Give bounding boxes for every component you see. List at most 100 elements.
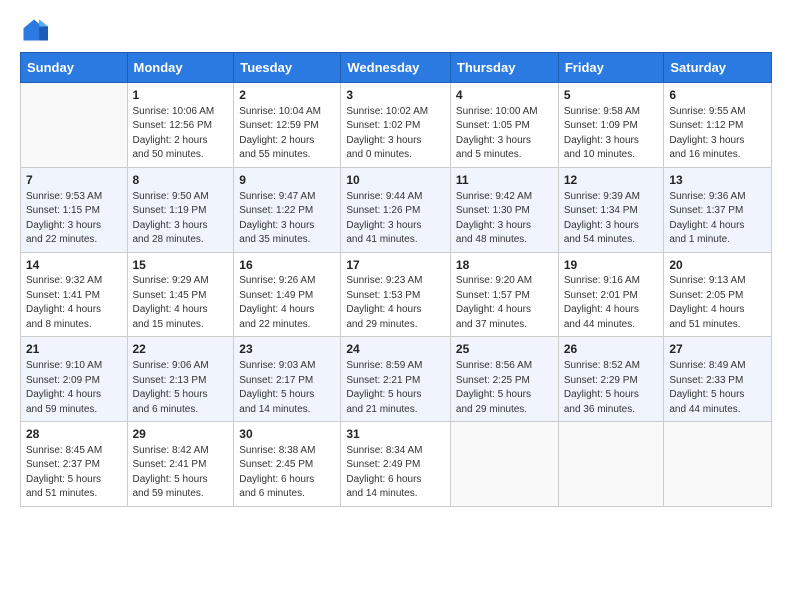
day-number: 7: [26, 172, 122, 189]
day-cell: 15Sunrise: 9:29 AMSunset: 1:45 PMDayligh…: [127, 252, 234, 337]
day-info: Sunrise: 9:58 AMSunset: 1:09 PMDaylight:…: [564, 105, 659, 163]
day-number: 23: [239, 341, 335, 358]
day-cell: [450, 422, 558, 507]
day-number: 28: [26, 426, 122, 443]
day-info: Sunrise: 10:02 AMSunset: 1:02 PMDaylight…: [346, 105, 445, 163]
logo: [20, 16, 52, 44]
day-cell: 1Sunrise: 10:06 AMSunset: 12:56 PMDaylig…: [127, 83, 234, 168]
day-number: 8: [133, 172, 229, 189]
day-cell: 30Sunrise: 8:38 AMSunset: 2:45 PMDayligh…: [234, 422, 341, 507]
day-number: 20: [669, 257, 766, 274]
week-row-4: 28Sunrise: 8:45 AMSunset: 2:37 PMDayligh…: [21, 422, 772, 507]
day-cell: 31Sunrise: 8:34 AMSunset: 2:49 PMDayligh…: [341, 422, 451, 507]
day-number: 11: [456, 172, 553, 189]
day-info: Sunrise: 8:49 AMSunset: 2:33 PMDaylight:…: [669, 359, 766, 417]
day-info: Sunrise: 9:06 AMSunset: 2:13 PMDaylight:…: [133, 359, 229, 417]
day-cell: 2Sunrise: 10:04 AMSunset: 12:59 PMDaylig…: [234, 83, 341, 168]
day-info: Sunrise: 9:29 AMSunset: 1:45 PMDaylight:…: [133, 274, 229, 332]
day-info: Sunrise: 9:55 AMSunset: 1:12 PMDaylight:…: [669, 105, 766, 163]
header-row: SundayMondayTuesdayWednesdayThursdayFrid…: [21, 53, 772, 83]
day-cell: 16Sunrise: 9:26 AMSunset: 1:49 PMDayligh…: [234, 252, 341, 337]
week-row-0: 1Sunrise: 10:06 AMSunset: 12:56 PMDaylig…: [21, 83, 772, 168]
day-info: Sunrise: 9:44 AMSunset: 1:26 PMDaylight:…: [346, 190, 445, 248]
col-header-saturday: Saturday: [664, 53, 772, 83]
day-cell: 4Sunrise: 10:00 AMSunset: 1:05 PMDayligh…: [450, 83, 558, 168]
day-info: Sunrise: 10:06 AMSunset: 12:56 PMDayligh…: [133, 105, 229, 163]
day-cell: 28Sunrise: 8:45 AMSunset: 2:37 PMDayligh…: [21, 422, 128, 507]
day-info: Sunrise: 8:45 AMSunset: 2:37 PMDaylight:…: [26, 444, 122, 502]
logo-icon: [20, 16, 48, 44]
day-info: Sunrise: 9:20 AMSunset: 1:57 PMDaylight:…: [456, 274, 553, 332]
day-info: Sunrise: 8:56 AMSunset: 2:25 PMDaylight:…: [456, 359, 553, 417]
day-number: 18: [456, 257, 553, 274]
day-info: Sunrise: 9:36 AMSunset: 1:37 PMDaylight:…: [669, 190, 766, 248]
day-number: 26: [564, 341, 659, 358]
day-number: 6: [669, 87, 766, 104]
col-header-tuesday: Tuesday: [234, 53, 341, 83]
day-info: Sunrise: 9:13 AMSunset: 2:05 PMDaylight:…: [669, 274, 766, 332]
week-row-2: 14Sunrise: 9:32 AMSunset: 1:41 PMDayligh…: [21, 252, 772, 337]
day-cell: 6Sunrise: 9:55 AMSunset: 1:12 PMDaylight…: [664, 83, 772, 168]
day-cell: 10Sunrise: 9:44 AMSunset: 1:26 PMDayligh…: [341, 167, 451, 252]
day-number: 2: [239, 87, 335, 104]
day-number: 24: [346, 341, 445, 358]
day-number: 29: [133, 426, 229, 443]
day-cell: [21, 83, 128, 168]
day-cell: 12Sunrise: 9:39 AMSunset: 1:34 PMDayligh…: [558, 167, 664, 252]
header: [20, 16, 772, 44]
week-row-1: 7Sunrise: 9:53 AMSunset: 1:15 PMDaylight…: [21, 167, 772, 252]
day-cell: 11Sunrise: 9:42 AMSunset: 1:30 PMDayligh…: [450, 167, 558, 252]
day-cell: 24Sunrise: 8:59 AMSunset: 2:21 PMDayligh…: [341, 337, 451, 422]
day-info: Sunrise: 8:38 AMSunset: 2:45 PMDaylight:…: [239, 444, 335, 502]
day-number: 30: [239, 426, 335, 443]
day-cell: 20Sunrise: 9:13 AMSunset: 2:05 PMDayligh…: [664, 252, 772, 337]
day-cell: 26Sunrise: 8:52 AMSunset: 2:29 PMDayligh…: [558, 337, 664, 422]
day-number: 13: [669, 172, 766, 189]
day-cell: 19Sunrise: 9:16 AMSunset: 2:01 PMDayligh…: [558, 252, 664, 337]
day-number: 21: [26, 341, 122, 358]
col-header-friday: Friday: [558, 53, 664, 83]
day-info: Sunrise: 9:03 AMSunset: 2:17 PMDaylight:…: [239, 359, 335, 417]
day-number: 19: [564, 257, 659, 274]
day-number: 31: [346, 426, 445, 443]
day-info: Sunrise: 9:50 AMSunset: 1:19 PMDaylight:…: [133, 190, 229, 248]
day-info: Sunrise: 9:47 AMSunset: 1:22 PMDaylight:…: [239, 190, 335, 248]
col-header-monday: Monday: [127, 53, 234, 83]
day-cell: 23Sunrise: 9:03 AMSunset: 2:17 PMDayligh…: [234, 337, 341, 422]
day-cell: 29Sunrise: 8:42 AMSunset: 2:41 PMDayligh…: [127, 422, 234, 507]
day-cell: 21Sunrise: 9:10 AMSunset: 2:09 PMDayligh…: [21, 337, 128, 422]
day-number: 3: [346, 87, 445, 104]
day-info: Sunrise: 9:10 AMSunset: 2:09 PMDaylight:…: [26, 359, 122, 417]
day-info: Sunrise: 9:23 AMSunset: 1:53 PMDaylight:…: [346, 274, 445, 332]
day-cell: 8Sunrise: 9:50 AMSunset: 1:19 PMDaylight…: [127, 167, 234, 252]
day-cell: 17Sunrise: 9:23 AMSunset: 1:53 PMDayligh…: [341, 252, 451, 337]
day-number: 1: [133, 87, 229, 104]
day-info: Sunrise: 9:39 AMSunset: 1:34 PMDaylight:…: [564, 190, 659, 248]
day-number: 17: [346, 257, 445, 274]
week-row-3: 21Sunrise: 9:10 AMSunset: 2:09 PMDayligh…: [21, 337, 772, 422]
col-header-thursday: Thursday: [450, 53, 558, 83]
day-number: 5: [564, 87, 659, 104]
day-cell: 3Sunrise: 10:02 AMSunset: 1:02 PMDayligh…: [341, 83, 451, 168]
day-number: 16: [239, 257, 335, 274]
day-info: Sunrise: 9:53 AMSunset: 1:15 PMDaylight:…: [26, 190, 122, 248]
day-number: 27: [669, 341, 766, 358]
day-cell: 22Sunrise: 9:06 AMSunset: 2:13 PMDayligh…: [127, 337, 234, 422]
day-info: Sunrise: 8:42 AMSunset: 2:41 PMDaylight:…: [133, 444, 229, 502]
page: SundayMondayTuesdayWednesdayThursdayFrid…: [0, 0, 792, 519]
day-info: Sunrise: 10:04 AMSunset: 12:59 PMDayligh…: [239, 105, 335, 163]
day-number: 15: [133, 257, 229, 274]
day-info: Sunrise: 9:26 AMSunset: 1:49 PMDaylight:…: [239, 274, 335, 332]
day-cell: 7Sunrise: 9:53 AMSunset: 1:15 PMDaylight…: [21, 167, 128, 252]
day-number: 22: [133, 341, 229, 358]
day-number: 10: [346, 172, 445, 189]
day-info: Sunrise: 8:34 AMSunset: 2:49 PMDaylight:…: [346, 444, 445, 502]
day-number: 14: [26, 257, 122, 274]
col-header-wednesday: Wednesday: [341, 53, 451, 83]
day-cell: 18Sunrise: 9:20 AMSunset: 1:57 PMDayligh…: [450, 252, 558, 337]
day-cell: 5Sunrise: 9:58 AMSunset: 1:09 PMDaylight…: [558, 83, 664, 168]
day-cell: 25Sunrise: 8:56 AMSunset: 2:25 PMDayligh…: [450, 337, 558, 422]
day-cell: [664, 422, 772, 507]
day-info: Sunrise: 8:52 AMSunset: 2:29 PMDaylight:…: [564, 359, 659, 417]
day-info: Sunrise: 9:32 AMSunset: 1:41 PMDaylight:…: [26, 274, 122, 332]
